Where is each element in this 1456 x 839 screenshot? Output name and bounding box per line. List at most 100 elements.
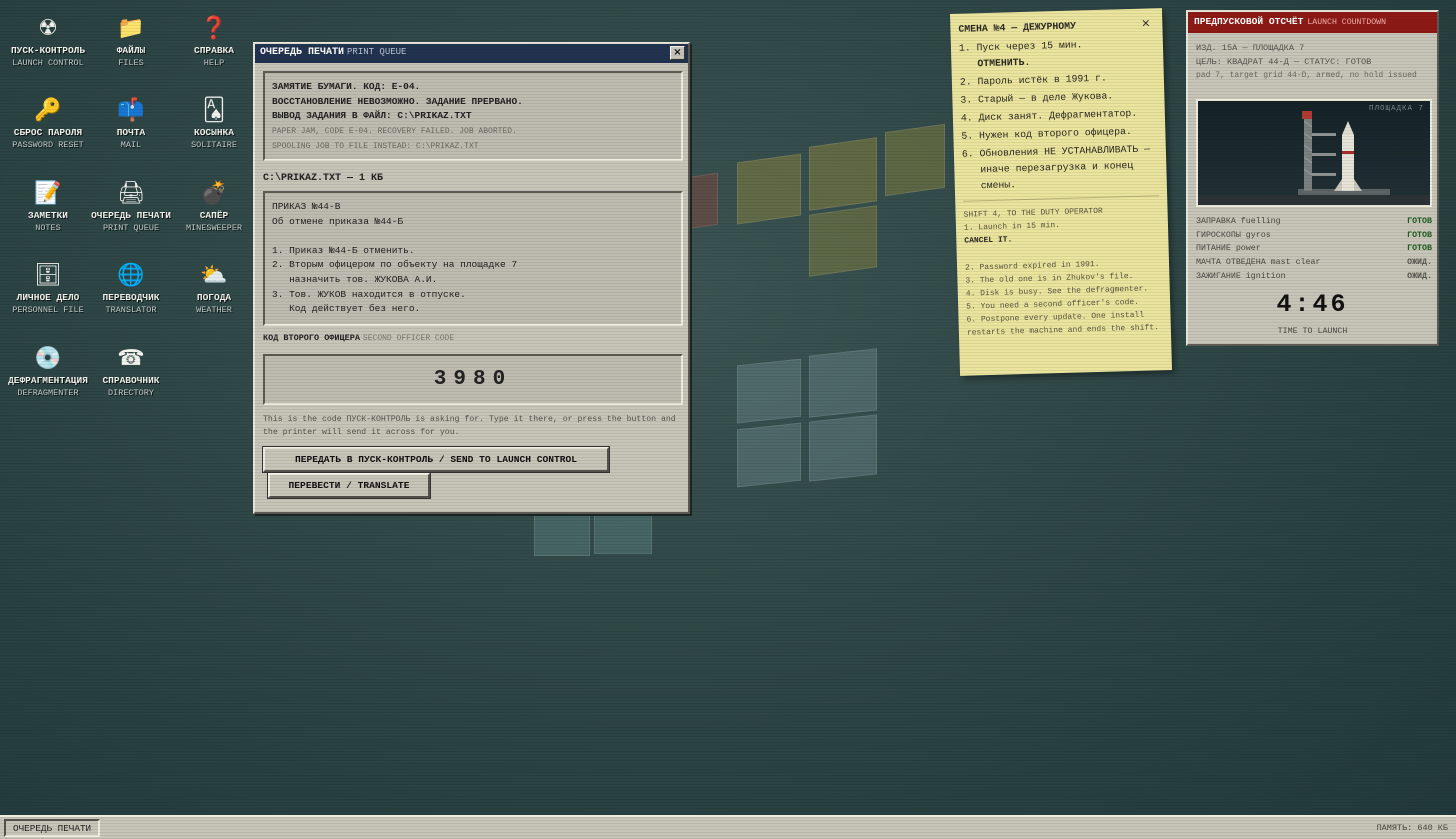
rocket-icon [1198,111,1430,205]
desktop-icon-personnel-file[interactable]: 🗄 ЛИЧНОЕ ДЕЛО PERSONNEL FILE [6,261,90,317]
desktop-icon-print-queue[interactable]: 🖨 ОЧЕРЕДЬ ПЕЧАТИ PRINT QUEUE [89,179,173,235]
bomb-icon: 💣 [200,181,228,206]
status-label: ЗАПРАВКА fuelling [1196,217,1281,226]
send-to-launch-control-button[interactable]: ПЕРЕДАТЬ В ПУСК-КОНТРОЛЬ / SEND TO LAUNC… [262,446,610,473]
status-label: ГИРОСКОПЫ gyros [1196,230,1271,240]
status-row: ЗАЖИГАНИЕ ignition ОЖИД. [1196,272,1432,281]
countdown-title: ПРЕДПУСКОВОЙ ОТСЧЁТ [1194,16,1304,27]
icon-sublabel: WEATHER [196,305,232,315]
print-queue-window: ОЧЕРЕДЬ ПЕЧАТИ PRINT QUEUE × ЗАМЯТИЕ БУМА… [253,42,690,514]
icon-label: КОСЫНКА [194,127,234,138]
note-item-bold: ОТМЕНИТЬ. [977,56,1031,70]
desktop-icon-defragmenter[interactable]: 💿 ДЕФРАГМЕНТАЦИЯ DEFRAGMENTER [6,344,90,400]
error-message: ЗАМЯТИЕ БУМАГИ. КОД: E-04. ВОССТАНОВЛЕНИ… [263,71,683,161]
icon-label: ПОЧТА [116,127,146,138]
icon-label: СПРАВОЧНИК [102,375,160,386]
status-value: ОЖИД. [1407,258,1432,268]
window-title: ОЧЕРЕДЬ ПЕЧАТИ [260,47,345,58]
note-en-list: 2. Password expired in 1991. 3. The old o… [965,256,1163,339]
icon-label: СБРОС ПАРОЛЯ [13,127,83,138]
note-item-text: Пароль истёк в 1991 г. [977,72,1108,88]
note-item: 6. Обновления НЕ УСТАНАВЛИВАТЬ — иначе п… [962,141,1159,194]
icon-sublabel: DEFRAGMENTER [17,388,79,398]
second-officer-code: 3980 [263,354,683,405]
help-text: This is the code ПУСК-КОНТРОЛЬ is asking… [263,415,676,437]
printer-icon: 🖨 [117,181,145,206]
status-label: ПИТАНИЕ power [1196,244,1261,254]
file-header: C:\PRIKAZ.TXT — 1 КБ [263,173,384,184]
icon-sublabel: LAUNCH CONTROL [12,58,84,68]
status-row: ПИТАНИЕ power ГОТОВ [1196,244,1432,253]
icon-sublabel: PERSONNEL FILE [12,305,84,315]
timer-label: TIME TO LAUNCH [1277,327,1348,336]
note-close-icon[interactable]: × [1141,16,1151,29]
note-title: СМЕНА №4 — ДЕЖУРНОМУ [958,20,1077,35]
icon-label: ПЕРЕВОДЧИК [102,292,160,303]
folder-icon: 📁 [117,16,145,41]
desktop-icon-help[interactable]: ❓ СПРАВКА HELP [172,14,256,70]
status-row: ГИРОСКОПЫ gyros ГОТОВ [1196,231,1432,240]
desktop-icon-solitaire[interactable]: 🂡 КОСЫНКА SOLITAIRE [172,96,256,152]
desktop-icon-password-reset[interactable]: 🔑 СБРОС ПАРОЛЯ PASSWORD RESET [6,96,90,152]
icon-label: САПЁР [199,210,229,221]
icon-sublabel: FILES [118,58,144,68]
error-line-en: SPOOLING JOB TO FILE INSTEAD: C:\PRIKAZ.… [272,141,479,151]
document-text: ПРИКАЗ №44-В Об отмене приказа №44-Б 1. … [263,191,683,326]
window-titlebar[interactable]: ОЧЕРЕДЬ ПЕЧАТИ PRINT QUEUE × [255,44,688,63]
cabinet-icon: 🗄 [34,263,62,288]
disc-icon: 💿 [34,346,62,371]
note-divider [963,195,1160,202]
info-line-en: pad 7, target grid 44-D, armed, no hold … [1196,71,1417,80]
code-label-en: SECOND OFFICER CODE [362,334,455,343]
icon-sublabel: SOLITAIRE [191,140,237,150]
icon-sublabel: NOTES [35,223,61,233]
note-item: 1. Пуск через 15 мин. ОТМЕНИТЬ. [959,35,1156,72]
error-line-en: PAPER JAM, CODE E-04. RECOVERY FAILED. J… [272,126,517,136]
note-item-text: Обновления НЕ УСТАНАВЛИВАТЬ — иначе пере… [979,143,1151,192]
icon-label: ДЕФРАГМЕНТАЦИЯ [8,375,88,386]
icon-sublabel: PRINT QUEUE [102,223,160,233]
icon-label: СПРАВКА [194,45,234,56]
status-label: МАЧТА ОТВЕДЕНА mast clear [1196,258,1321,268]
countdown-window: ПРЕДПУСКОВОЙ ОТСЧЁТ LAUNCH COUNTDOWN ИЗД.… [1186,10,1439,346]
icon-sublabel: TRANSLATOR [105,305,157,315]
error-line: ВОССТАНОВЛЕНИЕ НЕВОЗМОЖНО. ЗАДАНИЕ ПРЕРВ… [272,95,523,107]
status-value: ГОТОВ [1407,244,1432,254]
note-item-text: Диск занят. Дефрагментатор. [978,107,1138,124]
error-line: ЗАМЯТИЕ БУМАГИ. КОД: E-04. [272,81,421,92]
note-item-number: 3. [960,94,973,106]
note-item-number: 6. [961,148,974,160]
question-icon: ❓ [200,16,228,41]
code-label-ru: КОД ВТОРОГО ОФИЦЕРА [263,333,360,343]
status-value: ГОТОВ [1407,230,1432,240]
icon-label: ПОГОДА [196,292,232,303]
icon-sublabel: HELP [203,58,225,68]
desktop-icon-translator[interactable]: 🌐 ПЕРЕВОДЧИК TRANSLATOR [89,261,173,317]
radiation-icon: ☢ [38,16,58,41]
status-value: ГОТОВ [1407,217,1432,226]
icon-sublabel: PASSWORD RESET [12,140,84,150]
desktop-icon-notes[interactable]: 📝 ЗАМЕТКИ NOTES [6,179,90,235]
countdown-title-en: LAUNCH COUNTDOWN [1307,18,1387,27]
desktop-icon-launch-control[interactable]: ☢ ПУСК-КОНТРОЛЬ LAUNCH CONTROL [6,14,90,70]
globe-icon: 🌐 [117,263,145,288]
countdown-titlebar[interactable]: ПРЕДПУСКОВОЙ ОТСЧЁТ LAUNCH COUNTDOWN [1188,12,1437,33]
launch-pad-image: ПЛОЩАДКА 7 [1196,99,1432,207]
taskbar: ОЧЕРЕДЬ ПЕЧАТИ ПАМЯТЬ: 640 КБ [0,815,1456,839]
taskbar-item-print-queue[interactable]: ОЧЕРЕДЬ ПЕЧАТИ [4,819,101,837]
desktop-icon-weather[interactable]: ⛅ ПОГОДА WEATHER [172,261,256,317]
desktop-icon-directory[interactable]: ☎ СПРАВОЧНИК DIRECTORY [89,344,173,400]
mission-info: ИЗД. 15А — ПЛОЩАДКА 7 ЦЕЛЬ: КВАДРАТ 44-Д… [1196,41,1436,82]
icon-sublabel: MINESWEEPER [185,223,243,233]
desktop-icon-files[interactable]: 📁 ФАЙЛЫ FILES [89,14,173,70]
desktop-icon-minesweeper[interactable]: 💣 САПЁР MINESWEEPER [172,179,256,235]
translate-button[interactable]: ПЕРЕВЕСТИ / TRANSLATE [267,472,431,499]
close-icon[interactable]: × [670,46,685,60]
icon-label: ЗАМЕТКИ [28,210,68,221]
icon-label: ФАЙЛЫ [116,45,146,56]
note-item-text: Нужен код второго офицера. [978,125,1133,142]
desktop-icon-mail[interactable]: 📫 ПОЧТА MAIL [89,96,173,152]
note-item-number: 4. [960,112,973,124]
note-en-item: 6. Postpone every update. One install re… [966,310,1159,338]
status-row: МАЧТА ОТВЕДЕНА mast clear ОЖИД. [1196,258,1432,267]
